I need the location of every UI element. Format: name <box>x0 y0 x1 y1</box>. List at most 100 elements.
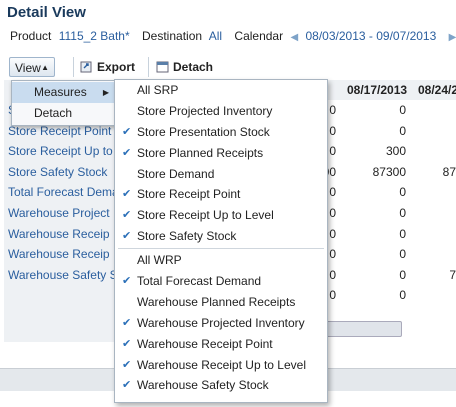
toolbar-divider <box>148 57 149 77</box>
measure-menu-item[interactable]: ✔ Warehouse Receipt Point <box>115 334 327 355</box>
check-icon: ✔ <box>122 230 132 243</box>
measure-menu-label: Store Projected Inventory <box>137 103 273 118</box>
measure-menu-label: Warehouse Projected Inventory <box>137 315 305 330</box>
check-icon: ✔ <box>122 337 132 350</box>
measure-menu-item[interactable]: Warehouse Planned Receipts <box>115 292 327 313</box>
row-label[interactable]: Warehouse Receip <box>4 224 114 245</box>
caret-up-icon: ▲ <box>41 63 49 72</box>
measures-submenu: All SRP Store Projected Inventory ✔ Store P… <box>114 79 328 403</box>
measure-menu-item[interactable]: ✔ Store Safety Stock <box>115 226 327 247</box>
calendar-label: Calendar <box>234 29 284 43</box>
measure-menu-item[interactable]: ✔ Store Receipt Point <box>115 184 327 205</box>
table-cell: 0 <box>399 103 406 117</box>
check-icon: ✔ <box>122 209 132 222</box>
measure-menu-label: Warehouse Receipt Up to Level <box>137 357 306 372</box>
measure-menu-label: Store Safety Stock <box>137 229 237 244</box>
measure-menu-label: Store Demand <box>137 166 215 181</box>
next-period-icon[interactable]: ▶ <box>449 32 456 43</box>
destination-label: Destination <box>142 29 203 43</box>
column-header: 08/17/2013 <box>347 83 408 97</box>
menu-item-label: Measures <box>34 85 87 99</box>
toolbar-divider <box>73 57 74 77</box>
check-icon: ✔ <box>122 146 132 159</box>
measure-menu-item[interactable]: ✔ Store Planned Receipts <box>115 143 327 164</box>
measure-menu-label: Store Receipt Point <box>137 187 241 202</box>
table-cell: 0 <box>399 247 406 262</box>
table-cell: 87300 <box>372 164 406 179</box>
menu-item-detach[interactable]: Detach <box>12 103 115 124</box>
row-label[interactable]: Warehouse Receip <box>4 244 114 265</box>
measure-menu-label: Store Presentation Stock <box>137 124 270 139</box>
measure-menu-item[interactable]: Store Projected Inventory <box>115 101 327 122</box>
check-icon: ✔ <box>122 358 132 371</box>
calendar-value-link[interactable]: 08/03/2013 - 09/07/2013 <box>306 29 437 43</box>
table-cell <box>414 141 456 162</box>
measure-menu-item[interactable]: ✔ Store Receipt Up to Level <box>115 205 327 226</box>
table-cell <box>414 285 456 306</box>
column-header: 08/24/2 <box>418 83 456 97</box>
row-label-column: Store Planned ReceipStore Receipt PointS… <box>4 100 114 285</box>
table-cell <box>414 182 456 203</box>
measure-menu-item[interactable]: ✔ Warehouse Safety Stock <box>115 375 327 396</box>
filter-bar: Product 1115_2 Bath* Destination All Cal… <box>10 29 456 45</box>
measure-menu-label: Warehouse Planned Receipts <box>137 294 296 309</box>
measure-menu-item[interactable]: ✔ Warehouse Receipt Up to Level <box>115 355 327 376</box>
measure-menu-label: All SRP <box>137 83 179 97</box>
measure-menu-label: Warehouse Receipt Point <box>137 336 273 351</box>
table-cell: 0 <box>399 288 406 303</box>
measure-menu-item[interactable]: ✔ Warehouse Projected Inventory <box>115 313 327 334</box>
measure-menu-label: Total Forecast Demand <box>137 274 262 289</box>
destination-value-link[interactable]: All <box>209 29 222 43</box>
measure-menu-label: Store Receipt Up to Level <box>137 208 274 223</box>
check-icon: ✔ <box>122 275 132 288</box>
measure-menu-item[interactable]: Store Demand <box>115 164 327 185</box>
detach-button-label: Detach <box>173 60 214 74</box>
table-cell: 0 <box>399 226 406 241</box>
row-label[interactable]: Store Receipt Up to <box>4 141 114 162</box>
product-label: Product <box>10 29 52 43</box>
export-icon <box>80 61 92 73</box>
view-dropdown-menu: Measures ▶ Detach <box>11 80 116 126</box>
table-cell: 87 <box>442 164 456 179</box>
view-button-label: View <box>15 61 41 75</box>
detach-icon <box>156 61 169 73</box>
export-button[interactable]: Export <box>80 57 135 77</box>
toolbar: View ▲ Export Detach <box>0 54 456 80</box>
measure-menu-item[interactable]: ✔ Store Presentation Stock <box>115 122 327 143</box>
check-icon: ✔ <box>122 125 132 138</box>
table-cell <box>414 244 456 265</box>
table-cell: 0 <box>399 205 406 220</box>
check-icon: ✔ <box>122 379 132 392</box>
table-cell: 0 <box>399 123 406 138</box>
measure-menu-label: Store Planned Receipts <box>137 145 264 160</box>
detach-button[interactable]: Detach <box>156 57 213 77</box>
menu-item-measures[interactable]: Measures ▶ <box>12 82 115 103</box>
table-cell: 0 <box>399 185 406 200</box>
measure-menu-label: Warehouse Safety Stock <box>137 378 269 393</box>
measure-menu-item[interactable]: All WRP <box>115 250 327 271</box>
row-label[interactable]: Warehouse Safety S <box>4 265 114 286</box>
measure-menu-label: All WRP <box>137 253 182 268</box>
prev-period-icon[interactable]: ◀ <box>290 32 298 43</box>
table-cell: 7 <box>449 267 456 282</box>
row-label[interactable]: Warehouse Project <box>4 203 114 224</box>
row-label[interactable]: Total Forecast Dema <box>4 182 114 203</box>
table-cell: 0 <box>399 267 406 282</box>
product-value-link[interactable]: 1115_2 Bath* <box>59 29 130 43</box>
data-column: 0 0 300 87300 0 0 0 0 0 0 <box>354 100 406 306</box>
measure-menu-item[interactable]: All SRP <box>115 80 327 101</box>
measure-menu-item[interactable]: ✔ Total Forecast Demand <box>115 271 327 292</box>
check-icon: ✔ <box>122 188 132 201</box>
export-button-label: Export <box>97 60 136 74</box>
chevron-right-icon: ▶ <box>102 88 109 97</box>
table-cell: 300 <box>385 144 406 159</box>
table-cell <box>414 224 456 245</box>
row-label[interactable]: Store Safety Stock <box>4 162 114 183</box>
view-menu-button[interactable]: View ▲ <box>9 57 55 77</box>
menu-item-label: Detach <box>34 106 73 120</box>
table-cell <box>414 121 456 142</box>
menu-separator <box>118 248 324 250</box>
table-cell <box>414 100 456 121</box>
data-column: 87 7 <box>414 100 456 306</box>
page-title: Detail View <box>7 4 86 21</box>
